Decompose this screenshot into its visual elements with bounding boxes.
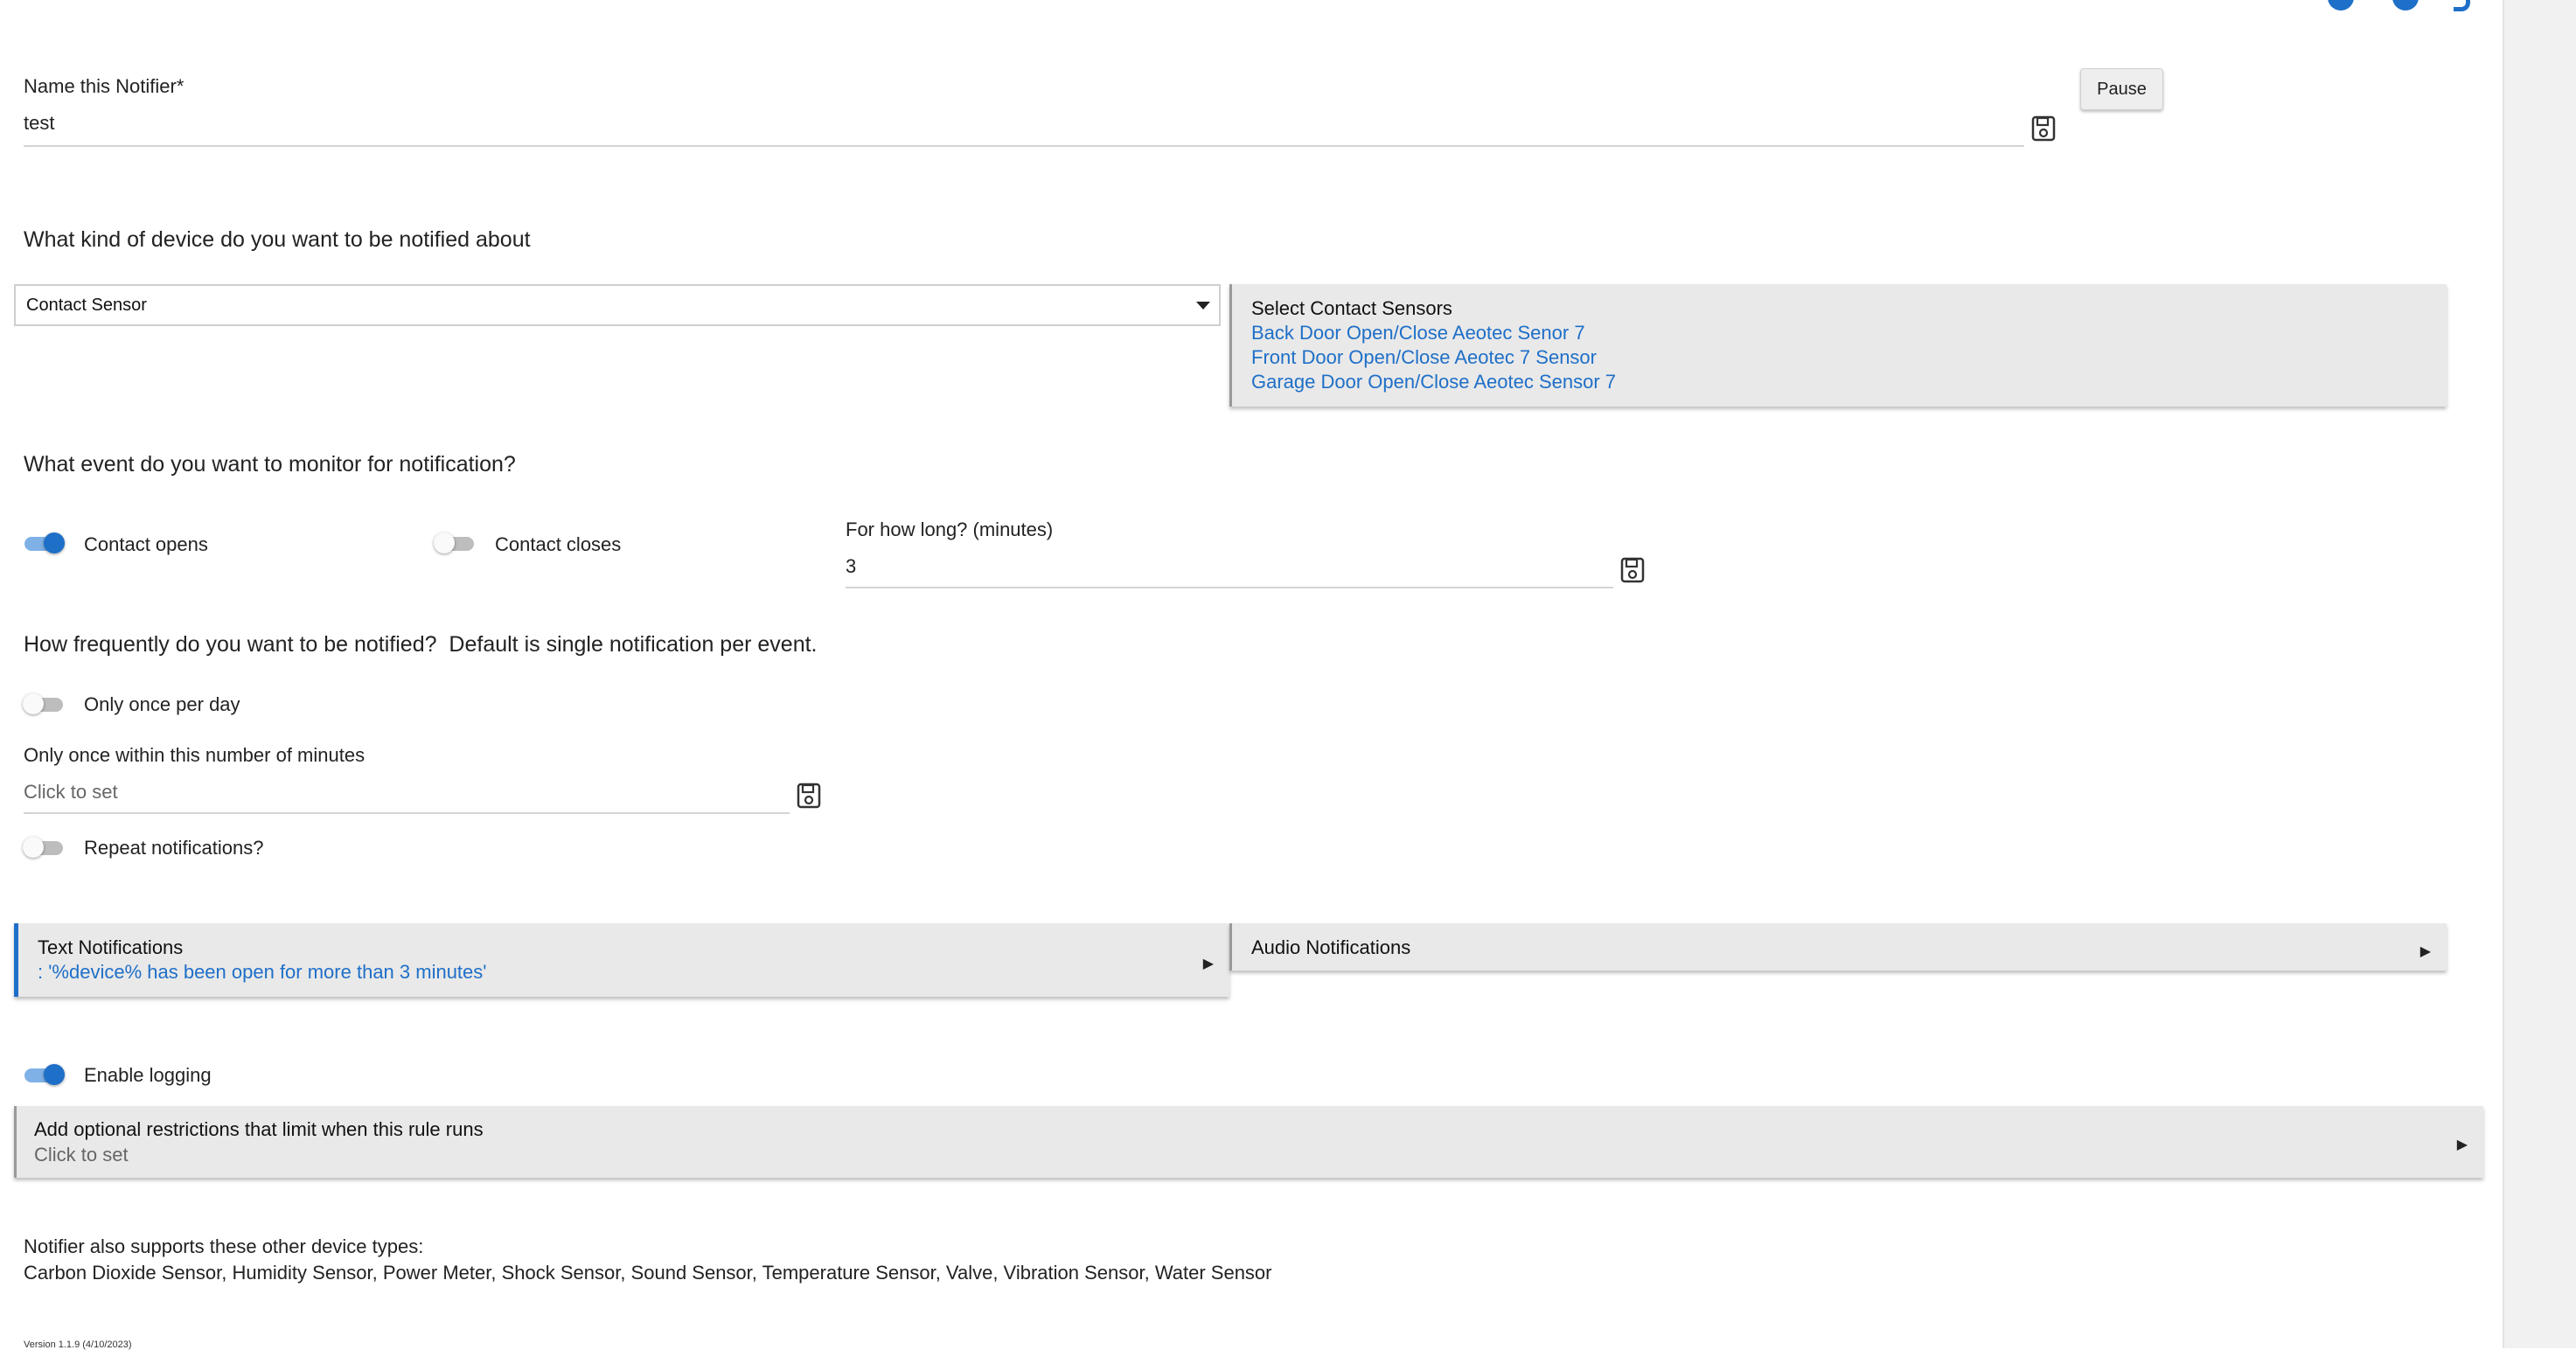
save-icon[interactable] [2031, 115, 2056, 142]
restrictions-panel[interactable]: Add optional restrictions that limit whe… [14, 1106, 2483, 1178]
save-icon[interactable] [797, 783, 821, 809]
sensor-item[interactable]: Back Door Open/Close Aeotec Senor 7 [1251, 322, 1585, 344]
version-text: Version 1.1.9 (4/10/2023) [24, 1340, 132, 1350]
once-per-day-toggle[interactable] [23, 693, 66, 714]
name-field-label: Name this Notifier* [24, 75, 184, 97]
text-notifications-title: Text Notifications [38, 936, 184, 958]
device-type-select[interactable]: Contact Sensor [14, 284, 1221, 326]
supports-list: Carbon Dioxide Sensor, Humidity Sensor, … [24, 1262, 1272, 1284]
dropdown-arrow-icon [1196, 302, 1210, 310]
event-question: What event do you want to monitor for no… [24, 452, 516, 477]
name-field-underline [24, 145, 2024, 147]
text-notifications-panel[interactable]: Text Notifications : '%device% has been … [14, 923, 1229, 997]
repeat-label: Repeat notifications? [84, 837, 264, 859]
enable-logging-toggle[interactable] [23, 1064, 66, 1085]
scrollbar[interactable] [2503, 0, 2576, 1348]
frequency-question: How frequently do you want to be notifie… [24, 632, 818, 657]
minutes-label: Only once within this number of minutes [24, 744, 366, 766]
device-type-selected: Contact Sensor [26, 296, 147, 315]
once-per-day-label: Only once per day [84, 693, 240, 715]
contact-opens-label: Contact opens [84, 533, 208, 555]
contact-closes-toggle[interactable] [434, 532, 477, 553]
audio-notifications-panel[interactable]: Audio Notifications ▶ [1229, 923, 2447, 971]
sensor-item[interactable]: Garage Door Open/Close Aeotec Sensor 7 [1251, 371, 1616, 393]
restrictions-title: Add optional restrictions that limit whe… [34, 1118, 484, 1140]
expand-arrow-icon: ▶ [1202, 957, 1214, 971]
text-notifications-value: : '%device% has been open for more than … [38, 961, 487, 983]
audio-notifications-title: Audio Notifications [1251, 936, 1411, 958]
pause-button[interactable]: Pause [2080, 68, 2163, 110]
duration-label: For how long? (minutes) [846, 518, 1054, 540]
minutes-underline [24, 812, 790, 814]
contact-closes-label: Contact closes [495, 533, 622, 555]
expand-arrow-icon: ▶ [2456, 1138, 2468, 1152]
minutes-input[interactable]: Click to set [24, 781, 118, 804]
restrictions-placeholder: Click to set [34, 1144, 129, 1166]
repeat-toggle[interactable] [23, 837, 66, 858]
help-icon[interactable] [2454, 0, 2470, 11]
expand-arrow-icon: ▶ [2419, 944, 2431, 959]
supports-label: Notifier also supports these other devic… [24, 1235, 424, 1257]
duration-value[interactable]: 3 [846, 555, 856, 578]
duration-underline [846, 587, 1613, 588]
sensor-item[interactable]: Front Door Open/Close Aeotec 7 Sensor [1251, 346, 1597, 369]
save-icon[interactable] [1620, 557, 1645, 583]
info-icon[interactable] [2392, 0, 2419, 10]
select-sensors-panel[interactable]: Select Contact Sensors Back Door Open/Cl… [1229, 284, 2447, 407]
device-type-question: What kind of device do you want to be no… [24, 227, 531, 252]
select-sensors-title: Select Contact Sensors [1251, 297, 1452, 319]
name-field-value[interactable]: test [24, 112, 54, 135]
contact-opens-toggle[interactable] [23, 532, 66, 553]
enable-logging-label: Enable logging [84, 1064, 212, 1086]
gear-icon[interactable] [2328, 0, 2354, 10]
